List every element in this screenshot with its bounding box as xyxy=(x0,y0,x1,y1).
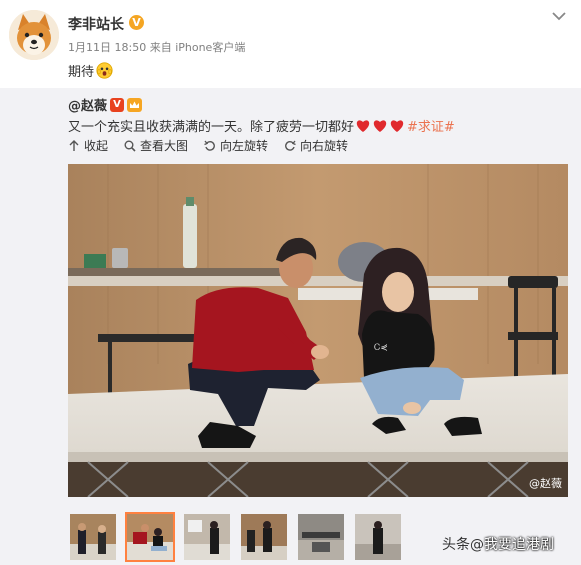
heart-emojis xyxy=(355,119,406,133)
post-username[interactable]: 李非站长 xyxy=(68,14,124,34)
repost-card: @赵薇 V 又一个充实且收获满满的一天。除了疲劳一切都好 #求证# 收起 查看大… xyxy=(0,88,581,565)
watermark-prefix: 头条 xyxy=(442,537,470,553)
repost-text-content: 又一个充实且收获满满的一天。除了疲劳一切都好 xyxy=(68,120,355,135)
heart-icon xyxy=(390,119,404,132)
rotate-right-label: 向右旋转 xyxy=(300,139,349,153)
rehearsal-photo: Ꮯ⋞ xyxy=(68,164,568,497)
heart-icon xyxy=(356,119,370,132)
collapse-button[interactable]: 收起 xyxy=(68,137,108,154)
rotate-left-button[interactable]: 向左旋转 xyxy=(204,137,268,154)
thumbnail[interactable] xyxy=(239,512,289,562)
verified-badge-icon: V xyxy=(110,97,125,112)
user-avatar[interactable] xyxy=(9,10,59,60)
hashtag-link[interactable]: #求证# xyxy=(407,116,455,135)
arrow-up-icon xyxy=(69,139,79,151)
thumbnail[interactable] xyxy=(296,512,346,562)
shiba-dog-avatar-icon xyxy=(9,10,59,60)
heart-icon xyxy=(373,119,387,132)
watermark-at: @ xyxy=(470,537,484,553)
view-large-label: 查看大图 xyxy=(140,139,189,153)
shocked-face-emoji-icon xyxy=(96,62,113,79)
repost-text: 又一个充实且收获满满的一天。除了疲劳一切都好 #求证# xyxy=(68,116,455,135)
svg-text:Ꮯ⋞: Ꮯ⋞ xyxy=(374,343,388,353)
rotate-left-icon xyxy=(204,140,215,151)
chevron-down-icon[interactable] xyxy=(551,10,567,22)
post-text-content: 期待 xyxy=(68,65,95,80)
rotate-left-label: 向左旋转 xyxy=(220,139,269,153)
watermark-handle: 我要追港剧 xyxy=(484,537,554,553)
collapse-label: 收起 xyxy=(84,139,109,153)
post-meta: 1月11日 18:50 来自 iPhone客户端 xyxy=(68,39,245,55)
photo-watermark: @赵薇 xyxy=(529,477,562,490)
thumbnail-active[interactable] xyxy=(125,512,175,562)
post-photo[interactable]: Ꮯ⋞ @赵薇 xyxy=(68,164,568,497)
post-text: 期待 xyxy=(68,61,113,80)
thumbnail[interactable] xyxy=(353,512,403,562)
post-source: 来自 iPhone客户端 xyxy=(149,41,246,54)
search-icon xyxy=(124,140,136,152)
post-header: 李非站长 V 1月11日 18:50 来自 iPhone客户端 期待 xyxy=(0,0,581,88)
view-large-button[interactable]: 查看大图 xyxy=(124,137,188,154)
image-actions: 收起 查看大图 向左旋转 向右旋转 xyxy=(68,137,364,154)
repost-author[interactable]: @赵薇 xyxy=(68,95,107,114)
thumbnail-strip xyxy=(68,512,410,562)
rotate-right-button[interactable]: 向右旋转 xyxy=(284,137,348,154)
source-watermark: 头条@我要追港剧 xyxy=(442,534,554,554)
rotate-right-icon xyxy=(285,140,296,151)
repost-author-line: @赵薇 V xyxy=(68,95,143,114)
post-time[interactable]: 1月11日 18:50 xyxy=(68,41,146,54)
verified-badge-icon: V xyxy=(129,15,144,30)
thumbnail[interactable] xyxy=(182,512,232,562)
thumbnail[interactable] xyxy=(68,512,118,562)
member-crown-icon xyxy=(127,97,143,112)
